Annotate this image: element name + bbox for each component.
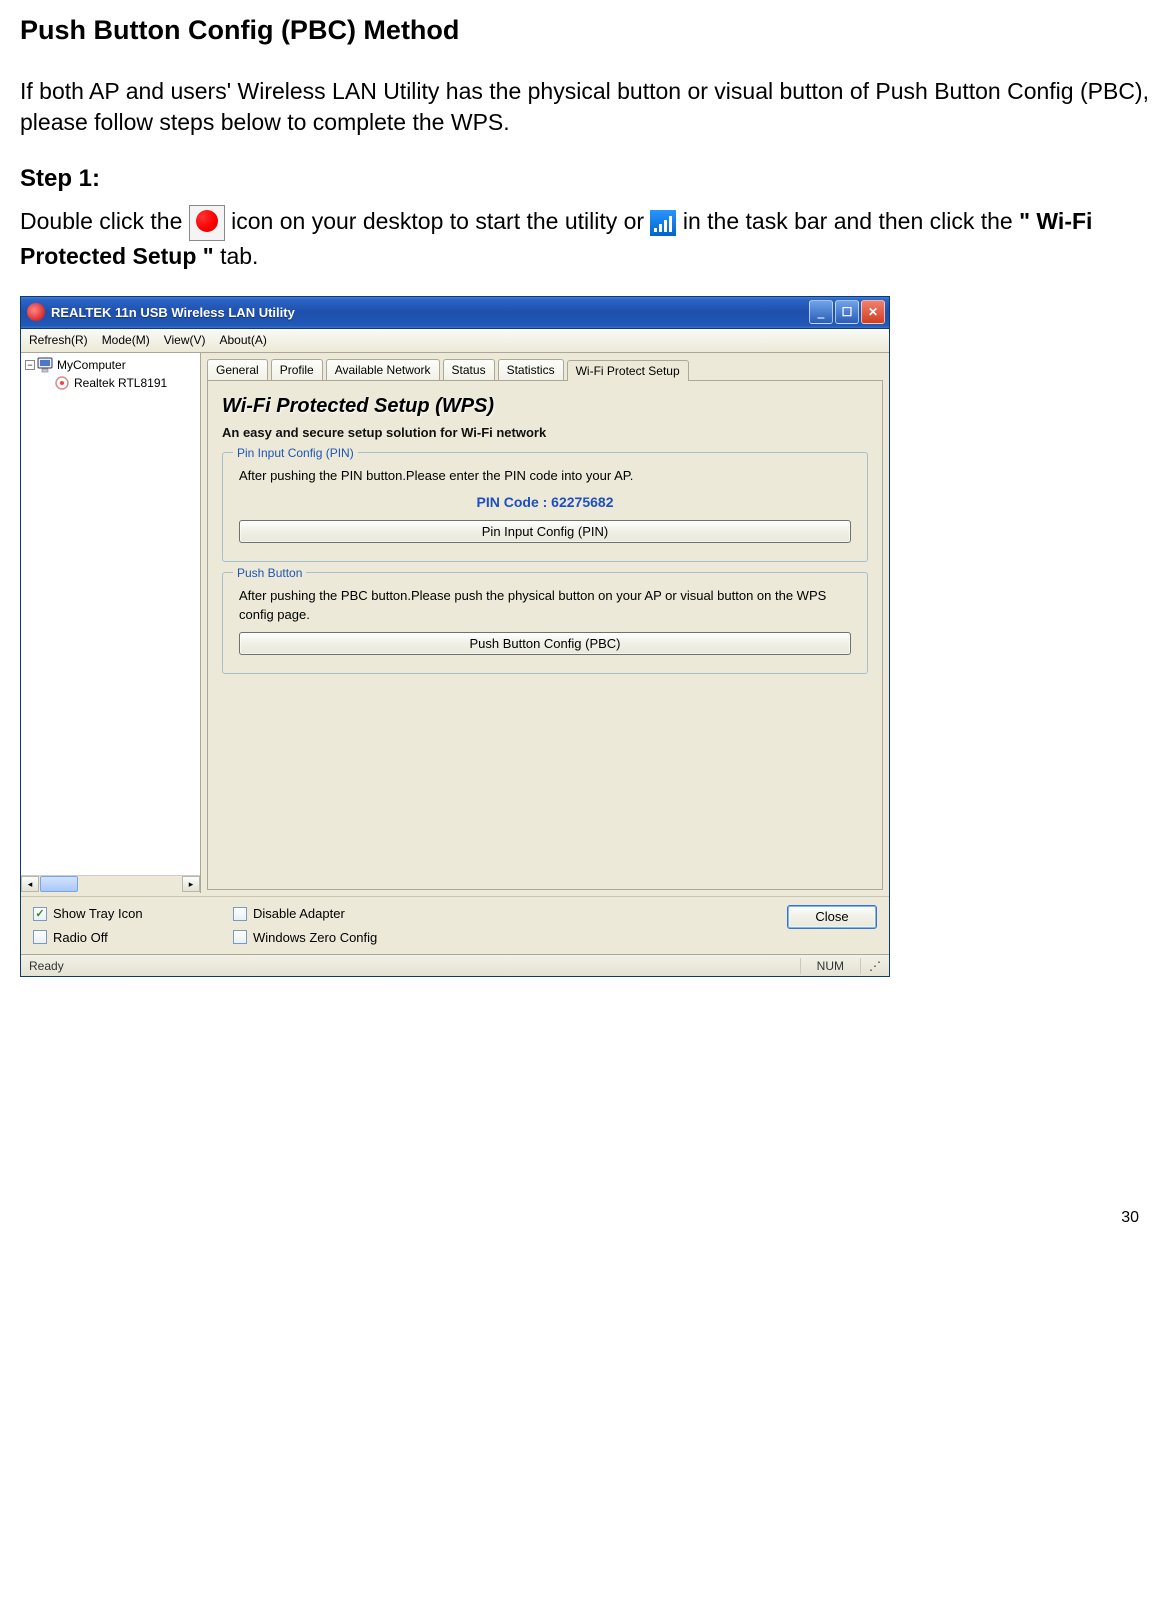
radio-off-checkbox[interactable]: Radio Off [33,929,233,947]
wps-title: Wi-Fi Protected Setup (WPS) [222,393,868,420]
tab-available-network[interactable]: Available Network [326,359,440,380]
pin-groupbox-legend: Pin Input Config (PIN) [233,445,358,461]
disable-adapter-label: Disable Adapter [253,905,345,923]
tree-root-label: MyComputer [57,357,126,373]
step-1-text: Double click the icon on your desktop to… [20,205,1149,272]
step1-text-part2: icon on your desktop to start the utilit… [231,208,650,234]
radio-off-label: Radio Off [53,929,108,947]
utility-desktop-icon [189,205,225,241]
pin-groupbox: Pin Input Config (PIN) After pushing the… [222,452,868,563]
utility-window: REALTEK 11n USB Wireless LAN Utility ‗ ☐… [20,296,890,977]
titlebar-text: REALTEK 11n USB Wireless LAN Utility [51,304,809,322]
menu-about[interactable]: About(A) [220,332,267,348]
device-tree-sidebar: − MyComputer Realtek RTL8191 ◂ ▸ [21,353,201,893]
disable-adapter-checkbox[interactable]: Disable Adapter [233,905,433,923]
scroll-right-arrow-icon[interactable]: ▸ [182,876,200,892]
utility-tray-icon [650,210,676,236]
push-button-config-button[interactable]: Push Button Config (PBC) [239,632,851,656]
intro-paragraph: If both AP and users' Wireless LAN Utili… [20,76,1149,138]
sidebar-horizontal-scrollbar[interactable]: ◂ ▸ [21,875,200,893]
tree-child-label: Realtek RTL8191 [74,375,167,391]
tab-status[interactable]: Status [443,359,495,380]
checkbox-icon [33,930,47,944]
computer-icon [37,357,55,373]
adapter-icon [53,375,71,391]
menubar: Refresh(R) Mode(M) View(V) About(A) [21,329,889,353]
pin-code-label: PIN Code : 62275682 [239,493,851,512]
show-tray-icon-checkbox[interactable]: ✓ Show Tray Icon [33,905,233,923]
tab-profile[interactable]: Profile [271,359,323,380]
step1-text-tail: tab. [220,243,258,269]
statusbar: Ready NUM ⋰ [21,954,889,976]
checkbox-icon: ✓ [33,907,47,921]
scroll-left-arrow-icon[interactable]: ◂ [21,876,39,892]
pbc-groupbox-legend: Push Button [233,565,306,581]
windows-zero-config-checkbox[interactable]: Windows Zero Config [233,929,433,947]
window-close-button[interactable]: ✕ [861,300,885,324]
window-minimize-button[interactable]: ‗ [809,300,833,324]
tab-strip: General Profile Available Network Status… [207,359,883,380]
tab-content: Wi-Fi Protected Setup (WPS) An easy and … [207,380,883,890]
close-button[interactable]: Close [787,905,877,929]
window-maximize-button[interactable]: ☐ [835,300,859,324]
bottom-options-bar: ✓ Show Tray Icon Radio Off Disable Adapt… [21,896,889,954]
pbc-instruction-text: After pushing the PBC button.Please push… [239,587,851,623]
scroll-thumb[interactable] [40,876,78,892]
pin-instruction-text: After pushing the PIN button.Please ente… [239,467,851,485]
titlebar-app-icon [27,303,45,321]
titlebar[interactable]: REALTEK 11n USB Wireless LAN Utility ‗ ☐… [21,297,889,329]
menu-view[interactable]: View(V) [164,332,206,348]
checkbox-icon [233,907,247,921]
menu-mode[interactable]: Mode(M) [102,332,150,348]
status-ready: Ready [29,958,800,974]
pin-input-config-button[interactable]: Pin Input Config (PIN) [239,520,851,544]
wps-subtitle: An easy and secure setup solution for Wi… [222,424,868,442]
page-number: 30 [20,1207,1149,1229]
menu-refresh[interactable]: Refresh(R) [29,332,88,348]
step1-text-part3: in the task bar and then click the [683,208,1019,234]
checkbox-icon [233,930,247,944]
windows-zero-config-label: Windows Zero Config [253,929,377,947]
resize-grip-icon[interactable]: ⋰ [861,958,881,974]
tree-collapse-icon[interactable]: − [25,360,35,370]
pbc-groupbox: Push Button After pushing the PBC button… [222,572,868,674]
show-tray-icon-label: Show Tray Icon [53,905,143,923]
tree-child-item[interactable]: Realtek RTL8191 [53,375,196,391]
tab-wifi-protect-setup[interactable]: Wi-Fi Protect Setup [567,360,689,381]
tree-root-item[interactable]: − MyComputer [25,357,196,373]
section-heading: Push Button Config (PBC) Method [20,12,1149,48]
tab-statistics[interactable]: Statistics [498,359,564,380]
step-1-label: Step 1: [20,163,1149,195]
status-numlock: NUM [800,958,861,974]
step1-text-part1: Double click the [20,208,189,234]
tab-general[interactable]: General [207,359,268,380]
